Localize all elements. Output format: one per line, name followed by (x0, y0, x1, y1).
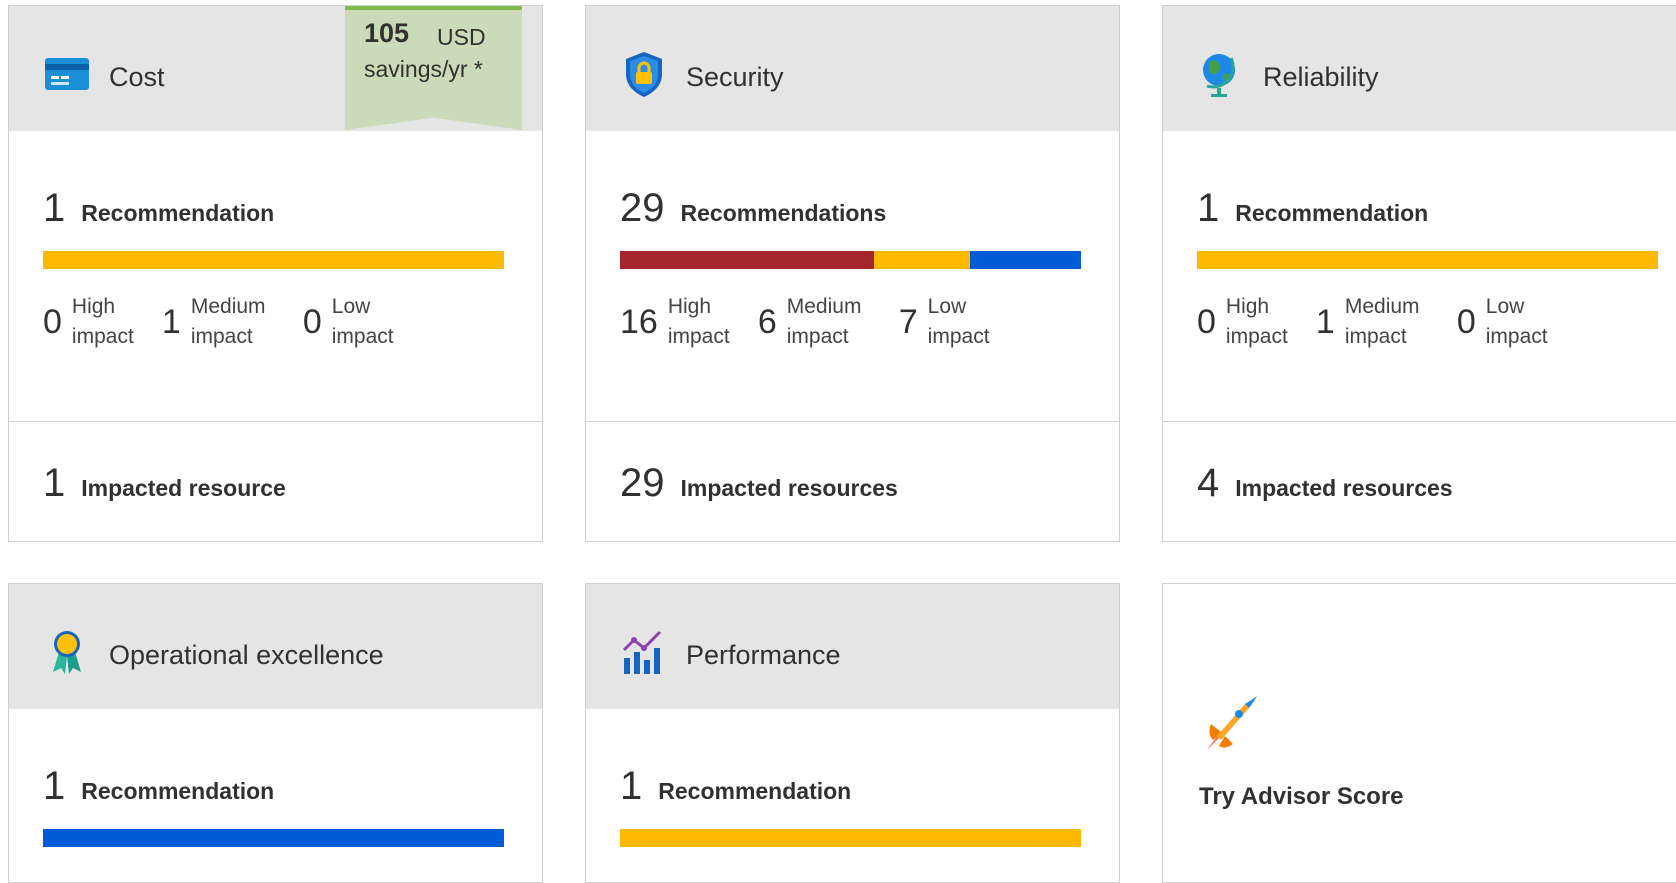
cost-card-header: Cost 105 USD savings/yr * (9, 6, 542, 131)
impact-breakdown: 0 High impact 1 Medium impact 0 Low impact (1197, 292, 1578, 352)
performance-card-header: Performance (586, 584, 1119, 709)
high-impact-count: 16 (620, 302, 658, 341)
savings-badge: 105 USD savings/yr * (345, 6, 522, 130)
impact-bar (620, 829, 1081, 847)
security-title: Security (686, 62, 784, 92)
cost-card[interactable]: Cost 105 USD savings/yr * 1 Recommendati… (8, 5, 543, 542)
medium-impact-count: 6 (757, 302, 777, 341)
reliability-card-header: Reliability (1163, 6, 1676, 131)
medium-impact: 1 Medium impact (162, 292, 281, 352)
security-card[interactable]: Security 29 Recommendations 16 High impac… (585, 5, 1120, 542)
impacted-resource-number: 29 (620, 461, 665, 505)
medium-impact-label: Medium impact (190, 295, 266, 348)
impact-breakdown: 16 High impact 6 Medium impact 7 Low impact (620, 292, 1020, 352)
medium-impact-count: 1 (1315, 302, 1335, 341)
reliability-title: Reliability (1263, 62, 1379, 92)
operational-excellence-card[interactable]: Operational excellence 1 Recommendation (8, 583, 543, 883)
high-impact: 0 High impact (1197, 292, 1294, 352)
performance-card[interactable]: Performance 1 Recommendation (585, 583, 1120, 883)
low-impact-count: 0 (1456, 302, 1476, 341)
impacted-resource-number: 4 (1197, 461, 1220, 505)
recommendation-label: Recommendation (81, 778, 275, 804)
high-impact: 0 High impact (43, 292, 140, 352)
recommendation-label: Recommendation (658, 778, 852, 804)
recommendation-count: 1 Recommendation (1197, 186, 1428, 231)
reliability-card[interactable]: Reliability 1 Recommendation 0 High impac… (1162, 5, 1676, 542)
impact-bar (43, 251, 504, 269)
recommendation-number: 1 (1197, 186, 1220, 230)
medium-impact-segment (43, 251, 504, 269)
globe-icon (1197, 50, 1245, 98)
low-impact: 0 Low impact (303, 292, 402, 352)
high-impact-label: High impact (1225, 295, 1288, 348)
operational-card-header: Operational excellence (9, 584, 542, 709)
low-impact-label: Low impact (927, 295, 990, 348)
impacted-resources: 29 Impacted resources (620, 461, 898, 506)
medium-impact-segment (874, 251, 970, 269)
cost-title: Cost (109, 62, 165, 92)
recommendation-count: 29 Recommendations (620, 186, 886, 231)
recommendation-number: 1 (43, 764, 66, 808)
high-impact: 16 High impact (620, 292, 736, 352)
high-impact-segment (620, 251, 875, 269)
impact-bar (620, 251, 1081, 269)
high-impact-label: High impact (71, 295, 134, 348)
medium-impact: 1 Medium impact (1316, 292, 1435, 352)
low-impact-segment (43, 829, 504, 847)
medium-impact-count: 1 (161, 302, 181, 341)
recommendation-label: Recommendations (680, 200, 887, 226)
impacted-resource-label: Impacted resources (680, 475, 898, 501)
high-impact-label: High impact (667, 295, 730, 348)
impact-breakdown: 0 High impact 1 Medium impact 0 Low impact (43, 292, 424, 352)
impacted-resource-label: Impacted resources (1235, 475, 1453, 501)
savings-amount: 105 (364, 18, 410, 48)
low-impact-label: Low impact (1485, 295, 1548, 348)
medium-impact: 6 Medium impact (758, 292, 877, 352)
recommendation-label: Recommendation (1235, 200, 1429, 226)
savings-period: savings/yr * (364, 56, 483, 82)
low-impact: 7 Low impact (899, 292, 998, 352)
chart-icon (620, 628, 668, 676)
rocket-icon (1199, 694, 1259, 754)
low-impact-count: 0 (302, 302, 322, 341)
security-card-header: Security (586, 6, 1119, 131)
performance-title: Performance (686, 640, 841, 670)
low-impact: 0 Low impact (1457, 292, 1556, 352)
impact-bar (43, 829, 504, 847)
recommendation-label: Recommendation (81, 200, 275, 226)
recommendation-number: 1 (620, 764, 643, 808)
recommendation-count: 1 Recommendation (43, 186, 274, 231)
card-divider (586, 421, 1119, 422)
low-impact-segment (969, 251, 1081, 269)
impacted-resource-number: 1 (43, 461, 66, 505)
shield-lock-icon (620, 50, 668, 98)
medium-impact-segment (1197, 251, 1658, 269)
impacted-resources: 1 Impacted resource (43, 461, 286, 506)
high-impact-count: 0 (43, 302, 62, 341)
low-impact-count: 7 (898, 302, 918, 341)
award-ribbon-icon (43, 628, 91, 676)
recommendation-number: 29 (620, 186, 665, 230)
medium-impact-label: Medium impact (1344, 295, 1420, 348)
try-advisor-score-link[interactable]: Try Advisor Score (1199, 783, 1404, 811)
card-divider (1163, 421, 1676, 422)
low-impact-label: Low impact (331, 295, 394, 348)
recommendation-count: 1 Recommendation (620, 764, 851, 809)
recommendation-count: 1 Recommendation (43, 764, 274, 809)
advisor-score-card[interactable]: Try Advisor Score (1162, 583, 1676, 883)
medium-impact-label: Medium impact (786, 295, 862, 348)
savings-currency: USD (437, 24, 486, 50)
operational-title: Operational excellence (109, 640, 384, 670)
credit-card-icon (43, 50, 91, 98)
high-impact-count: 0 (1197, 302, 1216, 341)
card-divider (9, 421, 542, 422)
medium-impact-segment (620, 829, 1081, 847)
recommendation-number: 1 (43, 186, 66, 230)
impact-bar (1197, 251, 1658, 269)
impacted-resource-label: Impacted resource (81, 475, 286, 501)
impacted-resources: 4 Impacted resources (1197, 461, 1453, 506)
